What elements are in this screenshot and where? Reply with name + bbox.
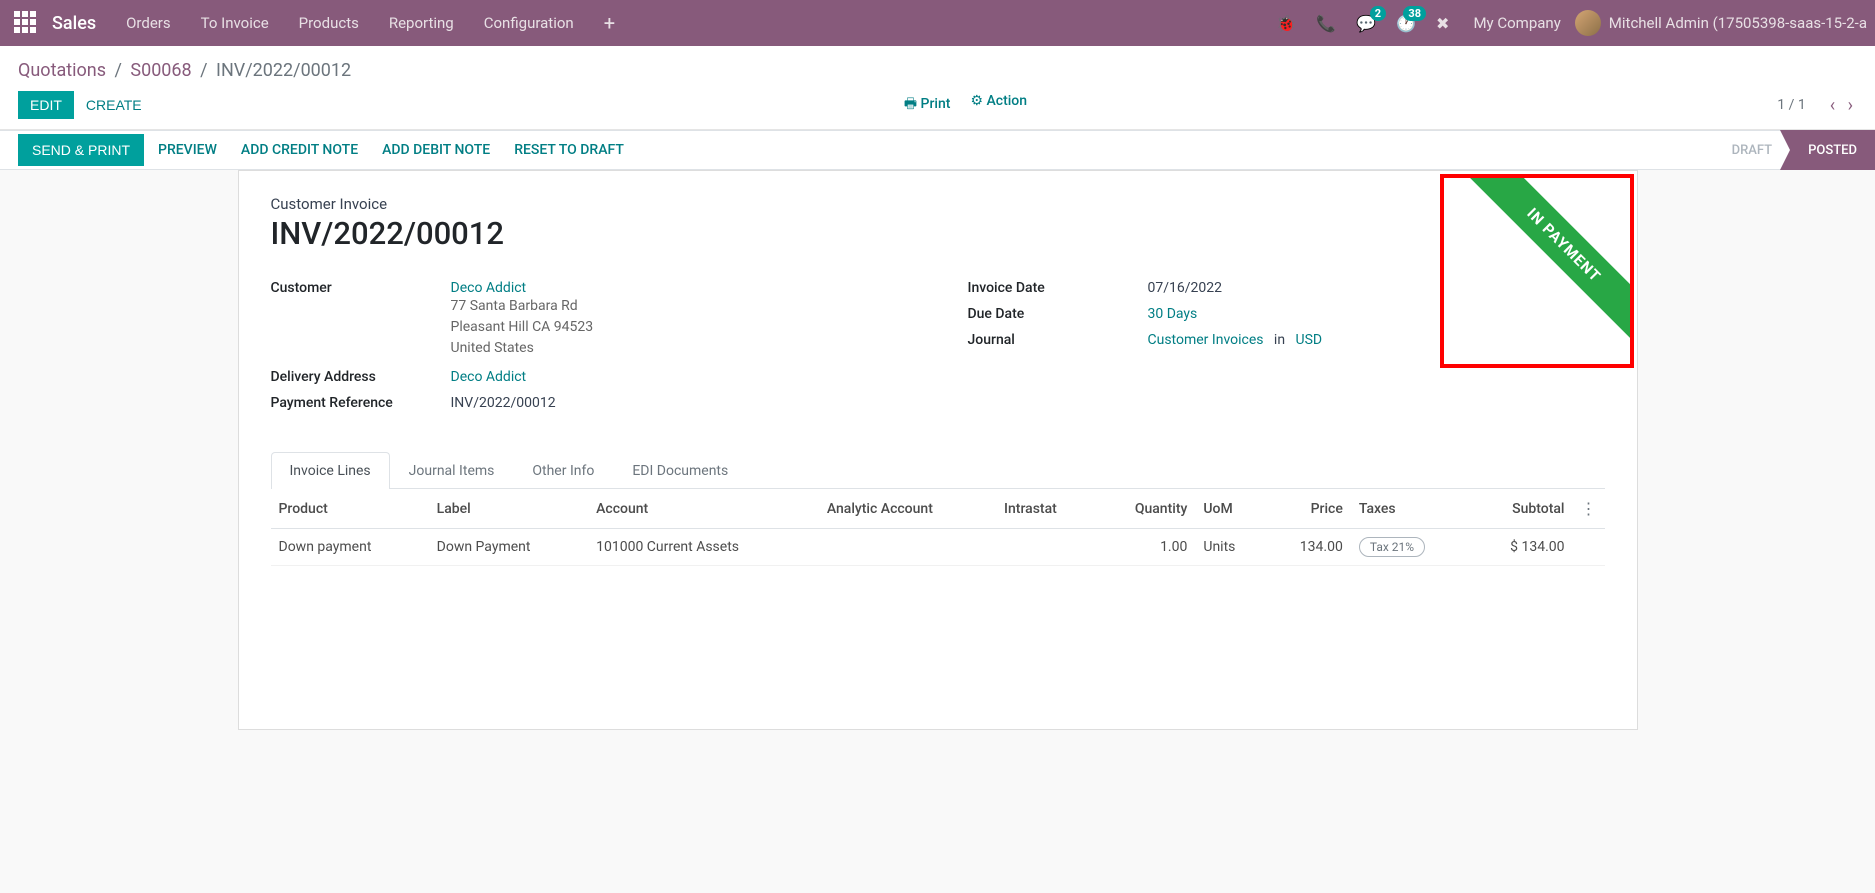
breadcrumb-current: INV/2022/00012 bbox=[216, 60, 351, 81]
top-navbar: Sales Orders To Invoice Products Reporti… bbox=[0, 0, 1875, 46]
tab-other-info[interactable]: Other Info bbox=[513, 452, 613, 489]
menu-products[interactable]: Products bbox=[299, 14, 359, 32]
cell-intrastat bbox=[996, 529, 1096, 566]
messages-icon[interactable]: 💬2 bbox=[1356, 14, 1376, 33]
tab-journal-items[interactable]: Journal Items bbox=[390, 452, 514, 489]
th-account: Account bbox=[588, 489, 819, 529]
th-product: Product bbox=[271, 489, 429, 529]
label-delivery: Delivery Address bbox=[271, 369, 451, 385]
apps-icon[interactable] bbox=[14, 11, 38, 35]
cell-uom: Units bbox=[1195, 529, 1265, 566]
label-due-date: Due Date bbox=[968, 306, 1148, 322]
label-invoice-date: Invoice Date bbox=[968, 280, 1148, 296]
payment-reference-value: INV/2022/00012 bbox=[451, 395, 556, 411]
app-brand[interactable]: Sales bbox=[52, 13, 96, 34]
tab-invoice-lines[interactable]: Invoice Lines bbox=[271, 452, 390, 489]
user-menu[interactable]: Mitchell Admin (17505398-saas-15-2-a bbox=[1609, 14, 1867, 32]
breadcrumb: Quotations / S00068 / INV/2022/00012 bbox=[18, 60, 351, 81]
reset-draft-button[interactable]: RESET TO DRAFT bbox=[514, 142, 624, 158]
th-intrastat: Intrastat bbox=[996, 489, 1096, 529]
customer-address-2: Pleasant Hill CA 94523 bbox=[451, 317, 594, 338]
send-print-button[interactable]: SEND & PRINT bbox=[18, 134, 144, 166]
currency-link[interactable]: USD bbox=[1295, 332, 1322, 348]
add-credit-note-button[interactable]: ADD CREDIT NOTE bbox=[241, 142, 358, 158]
activities-icon[interactable]: 🕐38 bbox=[1396, 14, 1416, 33]
journal-link[interactable]: Customer Invoices bbox=[1148, 332, 1264, 348]
bug-icon[interactable]: 🐞 bbox=[1276, 14, 1296, 33]
cell-subtotal: $ 134.00 bbox=[1470, 529, 1572, 566]
activities-badge: 38 bbox=[1403, 6, 1426, 21]
journal-in: in bbox=[1274, 332, 1285, 348]
cell-price: 134.00 bbox=[1265, 529, 1351, 566]
menu-orders[interactable]: Orders bbox=[126, 14, 171, 32]
tax-pill: Tax 21% bbox=[1359, 537, 1425, 557]
th-subtotal: Subtotal bbox=[1470, 489, 1572, 529]
tabs: Invoice Lines Journal Items Other Info E… bbox=[271, 451, 1605, 489]
th-analytic: Analytic Account bbox=[819, 489, 996, 529]
cell-analytic bbox=[819, 529, 996, 566]
invoice-title: INV/2022/00012 bbox=[271, 215, 1605, 252]
label-payref: Payment Reference bbox=[271, 395, 451, 411]
action-button[interactable]: ⚙ Action bbox=[970, 93, 1027, 117]
cell-account: 101000 Current Assets bbox=[588, 529, 819, 566]
columns-menu-icon[interactable]: ⋮ bbox=[1581, 499, 1597, 518]
label-journal: Journal bbox=[968, 332, 1148, 348]
th-price: Price bbox=[1265, 489, 1351, 529]
ribbon-highlight: IN PAYMENT bbox=[1440, 174, 1634, 368]
th-uom: UoM bbox=[1195, 489, 1265, 529]
customer-address-1: 77 Santa Barbara Rd bbox=[451, 296, 594, 317]
tools-icon[interactable]: ✖ bbox=[1436, 14, 1449, 33]
cell-product: Down payment bbox=[271, 529, 429, 566]
preview-button[interactable]: PREVIEW bbox=[158, 142, 217, 158]
breadcrumb-order[interactable]: S00068 bbox=[130, 60, 191, 81]
print-label: Print bbox=[921, 96, 951, 112]
delivery-link[interactable]: Deco Addict bbox=[451, 369, 527, 385]
th-taxes: Taxes bbox=[1351, 489, 1470, 529]
pager-prev-icon[interactable]: ‹ bbox=[1830, 95, 1835, 116]
action-label: Action bbox=[986, 93, 1027, 109]
form-sheet: IN PAYMENT Customer Invoice INV/2022/000… bbox=[238, 170, 1638, 730]
table-row[interactable]: Down payment Down Payment 101000 Current… bbox=[271, 529, 1605, 566]
breadcrumb-quotations[interactable]: Quotations bbox=[18, 60, 106, 81]
phone-icon[interactable]: 📞 bbox=[1316, 14, 1336, 33]
tab-edi-documents[interactable]: EDI Documents bbox=[613, 452, 747, 489]
cell-quantity: 1.00 bbox=[1096, 529, 1196, 566]
stage-posted[interactable]: POSTED bbox=[1790, 130, 1875, 170]
customer-address-3: United States bbox=[451, 338, 594, 359]
menu-reporting[interactable]: Reporting bbox=[389, 14, 454, 32]
create-button[interactable]: CREATE bbox=[74, 91, 154, 119]
th-quantity: Quantity bbox=[1096, 489, 1196, 529]
avatar[interactable] bbox=[1575, 10, 1601, 36]
new-menu-icon[interactable]: + bbox=[604, 11, 615, 35]
edit-button[interactable]: EDIT bbox=[18, 91, 74, 119]
pager: 1 / 1 bbox=[1777, 97, 1805, 113]
th-label: Label bbox=[429, 489, 588, 529]
payment-ribbon: IN PAYMENT bbox=[1451, 174, 1633, 357]
menu-to-invoice[interactable]: To Invoice bbox=[201, 14, 269, 32]
cell-label: Down Payment bbox=[429, 529, 588, 566]
invoice-date-value: 07/16/2022 bbox=[1148, 280, 1223, 296]
stage-draft[interactable]: DRAFT bbox=[1714, 130, 1791, 170]
menu-configuration[interactable]: Configuration bbox=[484, 14, 574, 32]
pager-next-icon[interactable]: › bbox=[1848, 95, 1853, 116]
due-date-link[interactable]: 30 Days bbox=[1148, 306, 1198, 322]
customer-link[interactable]: Deco Addict bbox=[451, 280, 594, 296]
invoice-lines-table: Product Label Account Analytic Account I… bbox=[271, 489, 1605, 566]
company-selector[interactable]: My Company bbox=[1473, 14, 1560, 32]
print-button[interactable]: 🖶 Print bbox=[904, 93, 951, 117]
label-customer: Customer bbox=[271, 280, 451, 296]
control-panel: Quotations / S00068 / INV/2022/00012 EDI… bbox=[0, 46, 1875, 130]
add-debit-note-button[interactable]: ADD DEBIT NOTE bbox=[382, 142, 490, 158]
statusbar: SEND & PRINT PREVIEW ADD CREDIT NOTE ADD… bbox=[0, 130, 1875, 170]
invoice-type-label: Customer Invoice bbox=[271, 195, 1605, 213]
messages-badge: 2 bbox=[1370, 6, 1386, 21]
